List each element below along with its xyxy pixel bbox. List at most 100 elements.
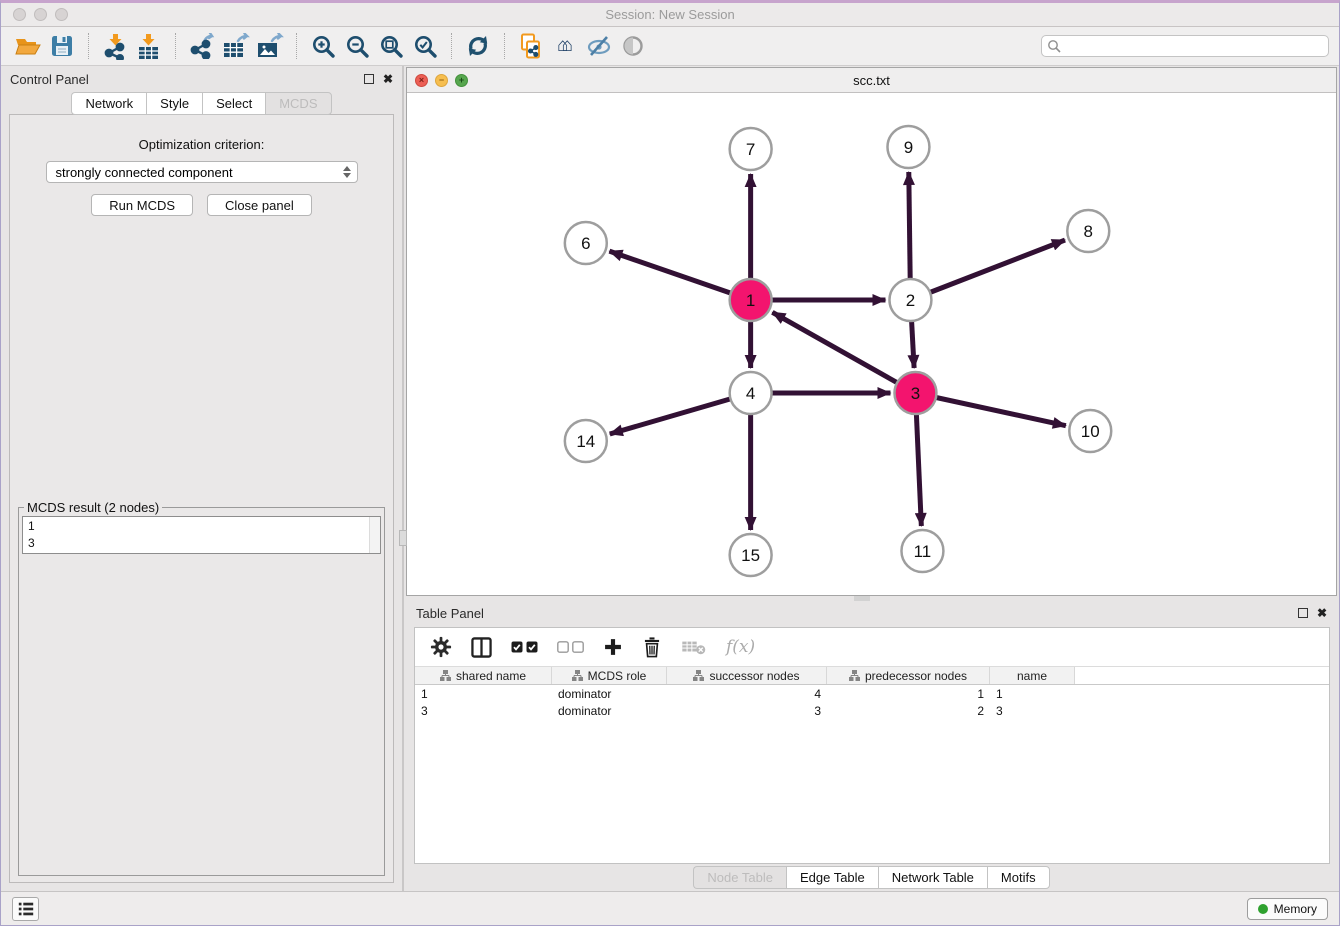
network-minimize-button[interactable]: − [435,74,448,87]
edge-2-8[interactable] [910,240,1065,300]
column-header-predecessor-nodes[interactable]: predecessor nodes [827,667,990,684]
tab-edge-table[interactable]: Edge Table [786,866,878,889]
memory-button[interactable]: Memory [1247,898,1328,920]
node-11[interactable]: 11 [901,530,943,572]
close-panel-button[interactable]: Close panel [207,194,312,216]
tab-motifs[interactable]: Motifs [987,866,1050,889]
zoom-in-button[interactable] [306,31,340,61]
cell-successor-nodes[interactable]: 3 [667,702,827,719]
export-network-button[interactable] [185,31,219,61]
table-row[interactable]: 1dominator411 [415,685,1329,702]
column-header-name[interactable]: name [990,667,1075,684]
save-session-button[interactable] [45,31,79,61]
memory-label: Memory [1274,902,1317,916]
network-close-button[interactable]: × [415,74,428,87]
import-network-icon [102,33,128,60]
export-image-button[interactable] [253,31,287,61]
search-field[interactable] [1041,35,1329,57]
close-panel-icon[interactable]: ✖ [383,73,393,85]
table-settings-gear-icon[interactable] [430,636,452,658]
tab-node-table[interactable]: Node Table [693,866,786,889]
network-maximize-button[interactable]: + [455,74,468,87]
node-8[interactable]: 8 [1067,210,1109,252]
cell-predecessor-nodes[interactable]: 2 [827,702,990,719]
refresh-button[interactable] [461,31,495,61]
node-6[interactable]: 6 [565,222,607,264]
splitter-handle[interactable] [854,596,870,601]
maximize-window-button[interactable] [55,8,68,21]
task-history-button[interactable] [12,897,39,921]
cell-name[interactable]: 1 [990,685,1075,702]
criterion-dropdown[interactable]: strongly connected component [46,161,358,183]
cell-shared-name[interactable]: 1 [415,685,552,702]
mcds-panel: Optimization criterion: strongly connect… [9,114,394,883]
open-session-button[interactable] [11,31,45,61]
close-window-button[interactable] [13,8,26,21]
cell-name[interactable]: 3 [990,702,1075,719]
cell-successor-nodes[interactable]: 4 [667,685,827,702]
result-scrollbar[interactable] [369,517,380,553]
zoom-selected-button[interactable] [408,31,442,61]
table-row[interactable]: 3dominator323 [415,702,1329,719]
edge-3-10[interactable] [915,393,1065,426]
tab-select[interactable]: Select [202,92,265,115]
export-table-button[interactable] [219,31,253,61]
node-7[interactable]: 7 [730,128,772,170]
tab-mcds[interactable]: MCDS [265,92,331,115]
new-network-from-selection-button[interactable] [514,31,548,61]
node-14[interactable]: 14 [565,420,607,462]
edge-3-1[interactable] [772,312,915,393]
network-canvas[interactable]: 1 2 3 4 6 7 8 9 10 11 14 15 [407,93,1336,595]
node-label: 2 [906,291,915,310]
add-column-icon[interactable] [603,637,623,657]
node-9[interactable]: 9 [887,126,929,168]
cell-shared-name[interactable]: 3 [415,702,552,719]
node-1[interactable]: 1 [730,279,772,321]
tab-network-table[interactable]: Network Table [878,866,987,889]
column-header-mcds-role[interactable]: MCDS role [552,667,667,684]
toolbar-separator [451,33,452,59]
import-network-button[interactable] [98,31,132,61]
splitter-handle[interactable] [399,530,407,546]
network-graph[interactable]: 1 2 3 4 6 7 8 9 10 11 14 15 [407,93,1336,595]
zoom-out-button[interactable] [340,31,374,61]
hide-selected-button[interactable] [582,31,616,61]
node-15[interactable]: 15 [730,534,772,576]
tab-style[interactable]: Style [146,92,202,115]
node-label: 4 [746,384,755,403]
dropdown-stepper-icon [343,166,351,178]
select-all-checkboxes-icon[interactable] [511,641,538,653]
node-2[interactable]: 2 [889,279,931,321]
float-panel-icon[interactable] [364,74,374,84]
edge-1-6[interactable] [609,251,750,300]
close-panel-icon[interactable]: ✖ [1317,607,1327,619]
mcds-result-text[interactable]: 1 3 [22,516,381,554]
horizontal-splitter[interactable] [404,596,1339,602]
delete-column-trash-icon[interactable] [642,636,662,658]
show-hidden-button[interactable] [616,31,650,61]
column-header-successor-nodes[interactable]: successor nodes [667,667,827,684]
shared-column-icon [849,670,860,681]
clear-all-checkboxes-icon[interactable] [557,641,584,653]
run-mcds-button[interactable]: Run MCDS [91,194,193,216]
node-4[interactable]: 4 [730,372,772,414]
node-table-container: f(x) shared name MCDS role successor nod… [414,627,1330,864]
column-layout-icon[interactable] [471,637,492,658]
search-input[interactable] [1062,38,1323,54]
network-window-titlebar: × − + scc.txt [407,68,1336,93]
cell-predecessor-nodes[interactable]: 1 [827,685,990,702]
tab-network[interactable]: Network [71,92,146,115]
node-10[interactable]: 10 [1069,410,1111,452]
zoom-fit-button[interactable] [374,31,408,61]
first-neighbors-button[interactable]: ⌂⌂ [548,31,582,61]
node-label: 10 [1081,422,1100,441]
node-3[interactable]: 3 [894,372,936,414]
import-table-button[interactable] [132,31,166,61]
cell-mcds-role[interactable]: dominator [552,702,667,719]
vertical-splitter[interactable] [402,66,404,891]
minimize-window-button[interactable] [34,8,47,21]
node-label: 8 [1084,222,1093,241]
float-panel-icon[interactable] [1298,608,1308,618]
cell-mcds-role[interactable]: dominator [552,685,667,702]
column-header-shared-name[interactable]: shared name [415,667,552,684]
